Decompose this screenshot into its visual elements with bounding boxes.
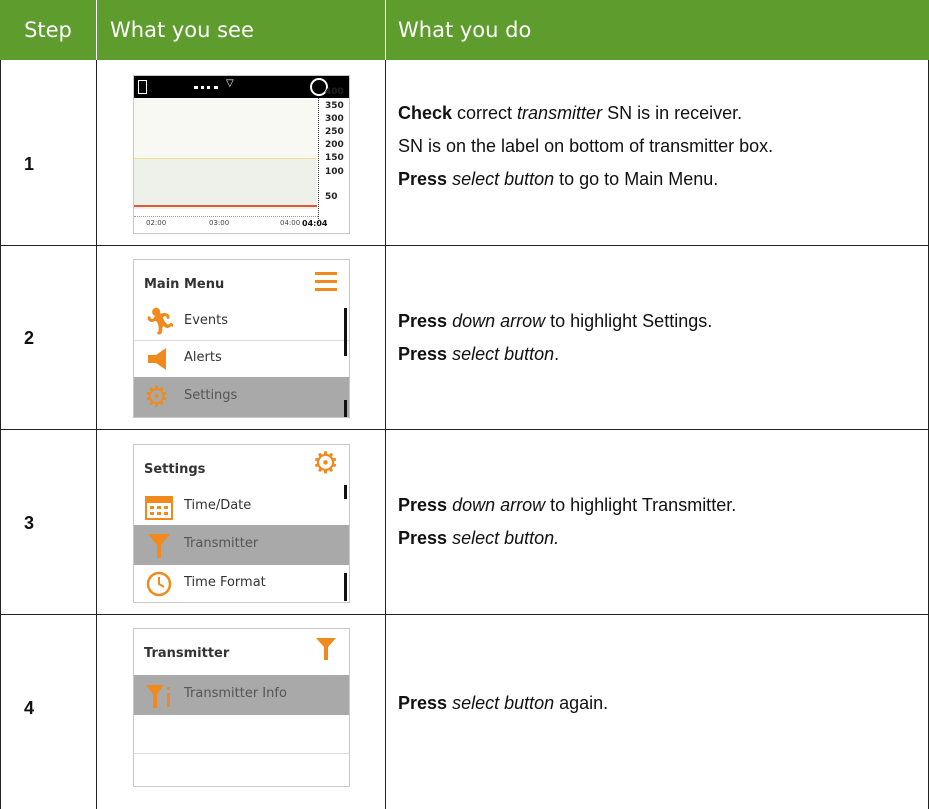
y-tick-label: 250 — [325, 127, 344, 137]
header-what-you-see: What you see — [110, 18, 254, 42]
menu-item-settings: ⚙ Settings — [134, 377, 349, 417]
instruction-table: Step What you see What you do 1 ▽ 400 35… — [0, 0, 929, 809]
x-tick-label: 02:00 — [146, 219, 167, 227]
instruction-line: Press select button to go to Main Menu. — [398, 169, 719, 189]
graph-high-band — [134, 98, 317, 158]
header-what-you-do: What you do — [398, 18, 532, 42]
screen-title: Transmitter — [144, 646, 230, 661]
menu-item-label: Time Format — [184, 575, 266, 590]
y-tick-label: 150 — [325, 153, 344, 163]
y-tick-label: 400 — [325, 87, 344, 97]
y-tick-label: 50 — [325, 192, 338, 202]
step-number: 4 — [24, 698, 35, 718]
current-time-label: 04:04 — [302, 219, 328, 228]
main-menu-screen: Main Menu 🏃︎ Events Alerts ⚙ Settings — [133, 259, 350, 418]
menu-item-events: 🏃︎ Events — [134, 302, 349, 342]
antenna-icon: ▽ — [226, 78, 234, 89]
transmitter-screen: Transmitter Transmitter Info — [133, 628, 350, 787]
y-tick-label: 200 — [325, 140, 344, 150]
instruction-line: Press select button. — [398, 528, 560, 548]
antenna-icon — [315, 637, 337, 665]
menu-item-label: Time/Date — [184, 498, 252, 513]
header-step: Step — [24, 18, 72, 42]
scrollbar — [344, 485, 347, 499]
x-tick-label: 04:00 — [280, 219, 301, 227]
scrollbar — [344, 573, 347, 601]
menu-item-transmitter: Transmitter — [134, 525, 349, 565]
step-number: 1 — [24, 154, 35, 174]
antenna-icon — [144, 531, 174, 559]
menu-item-label: Settings — [184, 388, 238, 403]
instruction-line: Press down arrow to highlight Settings. — [398, 311, 713, 331]
x-tick-label: 03:00 — [209, 219, 230, 227]
menu-icon — [315, 272, 337, 292]
instruction-line: Press select button. — [398, 344, 560, 364]
y-tick-label: 100 — [325, 167, 344, 177]
step-number: 3 — [24, 513, 35, 533]
calendar-icon — [144, 493, 174, 521]
clock-icon — [144, 570, 174, 598]
step-number: 2 — [24, 328, 35, 348]
scrollbar — [344, 400, 347, 417]
menu-item-time-date: Time/Date — [134, 487, 349, 527]
speaker-icon — [144, 345, 174, 373]
menu-item-time-format: Time Format — [134, 564, 349, 602]
running-person-icon: 🏃︎ — [144, 307, 178, 337]
menu-item-label: Transmitter — [184, 536, 259, 551]
glucose-graph-screen: ▽ 400 350 300 250 200 150 100 50 02:00 0… — [133, 75, 350, 234]
scrollbar — [344, 308, 347, 356]
menu-item-label: Events — [184, 313, 229, 328]
battery-icon — [138, 80, 147, 94]
menu-item-label: Alerts — [184, 350, 222, 365]
menu-item-alerts: Alerts — [134, 339, 349, 379]
y-tick-label: 300 — [325, 114, 344, 124]
instruction-line: SN is on the label on bottom of transmit… — [398, 136, 774, 156]
menu-item-transmitter-info: Transmitter Info — [134, 675, 349, 715]
instruction-line: Press down arrow to highlight Transmitte… — [398, 495, 737, 515]
graph-x-axis — [134, 216, 318, 218]
signal-icon — [194, 86, 218, 92]
instruction-line: Check correct transmitter SN is in recei… — [398, 103, 743, 123]
instruction-line: Press select button again. — [398, 693, 609, 713]
screen-title: Settings — [144, 462, 206, 477]
gear-icon: ⚙ — [312, 446, 339, 481]
menu-item-label: Transmitter Info — [184, 686, 287, 701]
settings-screen: Settings ⚙ Time/Date Transmitter Time Fo… — [133, 444, 350, 603]
gear-icon: ⚙ — [144, 380, 170, 413]
antenna-info-icon — [144, 681, 174, 709]
status-bar: ▽ — [134, 76, 349, 98]
table-header: Step What you see What you do — [0, 0, 929, 60]
screen-title: Main Menu — [144, 277, 225, 292]
graph-low-line — [134, 205, 317, 207]
graph-y-axis — [318, 98, 320, 223]
y-tick-label: 350 — [325, 101, 344, 111]
graph-target-band — [134, 158, 317, 209]
